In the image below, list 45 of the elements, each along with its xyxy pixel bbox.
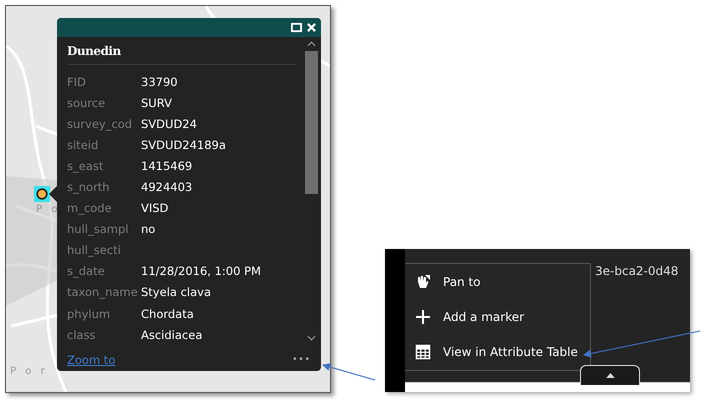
table-icon	[415, 344, 431, 360]
field-value: SVDUD24189a	[141, 138, 226, 152]
expand-tab[interactable]	[580, 365, 640, 385]
maximize-icon[interactable]	[291, 22, 302, 33]
popup-title: Dunedin	[67, 44, 122, 60]
field-value: VISD	[141, 201, 168, 216]
field-label: class	[67, 328, 97, 342]
id-text: 3e-bca2-0d48	[595, 264, 678, 278]
field-value: SVDUD24	[141, 116, 197, 131]
field-label: source	[67, 96, 106, 110]
scroll-down-icon[interactable]	[306, 335, 316, 341]
hand-icon	[415, 274, 431, 290]
field-value: 1415469	[141, 158, 192, 173]
scroll-up-icon[interactable]	[306, 41, 316, 47]
field-value: 4924403	[141, 180, 192, 194]
field-value: SURV	[141, 96, 172, 110]
location-marker-icon	[34, 186, 50, 202]
field-value: 33790	[141, 74, 178, 89]
field-label: siteid	[67, 138, 100, 152]
field-value: 11/28/2016, 1:00 PM	[141, 264, 261, 278]
field-label: s_date	[67, 264, 106, 278]
field-label: hull_secti	[67, 243, 122, 258]
field-label: taxon_name	[67, 285, 139, 300]
field-value: Ascidiacea	[141, 328, 202, 342]
scrollbar-thumb[interactable]	[304, 51, 318, 194]
close-icon[interactable]	[306, 22, 317, 33]
more-options-button[interactable]: •••	[292, 355, 311, 365]
field-label: phylum	[67, 306, 112, 321]
field-label: s_east	[67, 158, 104, 173]
field-label: s_north	[67, 180, 111, 194]
field-value: Styela clava	[141, 285, 212, 300]
field-label: FID	[67, 74, 87, 89]
field-label: hull_sampl	[67, 222, 130, 236]
menu-item[interactable]: Add a marker	[415, 308, 590, 325]
field-label: m_code	[67, 201, 113, 216]
caret-up-icon	[606, 373, 614, 378]
menu-item[interactable]: View in Attribute Table	[415, 344, 590, 360]
field-value: Chordata	[141, 306, 194, 321]
map-label: P o r	[10, 366, 48, 377]
field-value: no	[141, 222, 156, 236]
menu-item[interactable]: Pan to	[415, 274, 590, 290]
zoom-to-link[interactable]: Zoom to	[67, 353, 116, 367]
plus-icon	[415, 308, 431, 325]
map-label: P o	[36, 204, 60, 215]
field-label: survey_cod	[67, 116, 134, 131]
